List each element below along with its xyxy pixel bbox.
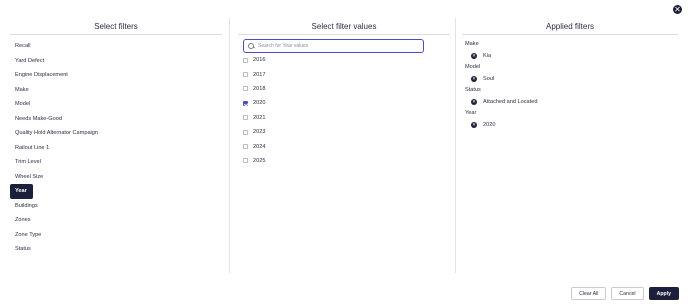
filter-category-list: Recall Yard Defect Engine Displacement Make… — [10, 39, 222, 257]
value-label: 2021 — [253, 114, 266, 121]
applied-filter-value: Attached and Located — [483, 99, 538, 105]
applied-group-label: Status — [465, 87, 481, 93]
filter-category-recall[interactable]: Recall — [10, 39, 222, 54]
applied-filter-chip: ✕ Kia — [465, 50, 678, 62]
footer-actions: Clear All Cancel Apply — [571, 287, 679, 300]
applied-filters-panel: Applied filters Make ✕ Kia Model ✕ Soul Status… — [462, 18, 678, 271]
filter-category-make[interactable]: Make — [10, 83, 222, 98]
column-divider — [229, 18, 230, 273]
checkbox[interactable] — [243, 57, 248, 63]
applied-filter-value: Kia — [483, 53, 492, 59]
applied-filter-value: 2020 — [483, 122, 496, 128]
filter-category-quality-hold-alternator-campaign[interactable]: Quality Hold Alternator Campaign — [10, 126, 222, 141]
checkbox[interactable] — [243, 115, 248, 121]
filter-category-yard-defect[interactable]: Yard Defect — [10, 54, 222, 69]
remove-filter-icon[interactable]: ✕ — [471, 76, 477, 82]
applied-group-label: Make — [465, 41, 479, 47]
value-option-2016[interactable]: 2016 — [238, 53, 450, 67]
select-filters-panel: Select filters Recall Yard Defect Engine D… — [10, 18, 222, 271]
filter-category-zones[interactable]: Zones — [10, 213, 222, 228]
value-label: 2025 — [253, 157, 266, 164]
close-icon[interactable]: ✕ — [673, 5, 682, 14]
search-input[interactable] — [258, 43, 418, 49]
value-label: 2017 — [253, 71, 266, 78]
filter-category-engine-displacement[interactable]: Engine Displacement — [10, 68, 222, 83]
value-label: 2016 — [253, 57, 266, 64]
filter-values-title: Select filter values — [238, 18, 450, 35]
value-label: 2023 — [253, 129, 266, 136]
checkbox[interactable] — [243, 100, 248, 106]
applied-filters-title: Applied filters — [462, 18, 678, 35]
value-option-2017[interactable]: 2017 — [238, 67, 450, 81]
applied-filter-chip: ✕ 2020 — [465, 119, 678, 131]
column-divider — [455, 18, 456, 273]
remove-filter-icon[interactable]: ✕ — [471, 53, 477, 59]
apply-button[interactable]: Apply — [648, 287, 679, 300]
remove-filter-icon[interactable]: ✕ — [471, 99, 477, 105]
filter-category-buildings[interactable]: Buildings — [10, 199, 222, 214]
checkbox[interactable] — [243, 144, 248, 150]
value-option-2021[interactable]: 2021 — [238, 111, 450, 125]
filter-category-zone-type[interactable]: Zone Type — [10, 228, 222, 243]
applied-filter-chip: ✕ Attached and Located — [465, 96, 678, 108]
value-label: 2024 — [253, 143, 266, 150]
value-option-2018[interactable]: 2018 — [238, 82, 450, 96]
checkbox[interactable] — [243, 86, 248, 92]
search-box[interactable] — [243, 39, 424, 53]
value-option-2024[interactable]: 2024 — [238, 139, 450, 153]
applied-filters-list: Make ✕ Kia Model ✕ Soul Status ✕ Attached and Lo… — [462, 39, 678, 131]
clear-all-button[interactable]: Clear All — [571, 287, 607, 300]
filter-category-year[interactable]: Year — [10, 184, 33, 199]
filter-value-list: 2016 2017 2018 2020 2021 2023 2024 2025 — [238, 53, 450, 168]
remove-filter-icon[interactable]: ✕ — [471, 122, 477, 128]
filter-category-trim-level[interactable]: Trim Level — [10, 155, 222, 170]
value-option-2020[interactable]: 2020 — [238, 96, 450, 110]
applied-filter-chip: ✕ Soul — [465, 73, 678, 85]
checkbox[interactable] — [243, 72, 248, 78]
value-label: 2020 — [253, 100, 266, 107]
filter-category-status[interactable]: Status — [10, 242, 222, 257]
search-icon — [248, 42, 255, 50]
filter-category-needs-make-good[interactable]: Needs Make-Good — [10, 112, 222, 127]
applied-filter-value: Soul — [483, 76, 495, 82]
value-label: 2018 — [253, 85, 266, 92]
checkbox[interactable] — [243, 158, 248, 164]
value-option-2023[interactable]: 2023 — [238, 125, 450, 139]
filter-category-railout-line-1[interactable]: Railout Line 1 — [10, 141, 222, 156]
filter-values-panel: Select filter values 2016 2017 2018 2020 202… — [238, 18, 450, 271]
applied-group-label: Year — [465, 110, 477, 116]
filter-category-model[interactable]: Model — [10, 97, 222, 112]
select-filters-title: Select filters — [10, 18, 222, 35]
value-option-2025[interactable]: 2025 — [238, 154, 450, 168]
applied-group-label: Model — [465, 64, 481, 70]
filter-category-wheel-size[interactable]: Wheel Size — [10, 170, 222, 185]
cancel-button[interactable]: Cancel — [611, 287, 644, 300]
checkbox[interactable] — [243, 129, 248, 135]
